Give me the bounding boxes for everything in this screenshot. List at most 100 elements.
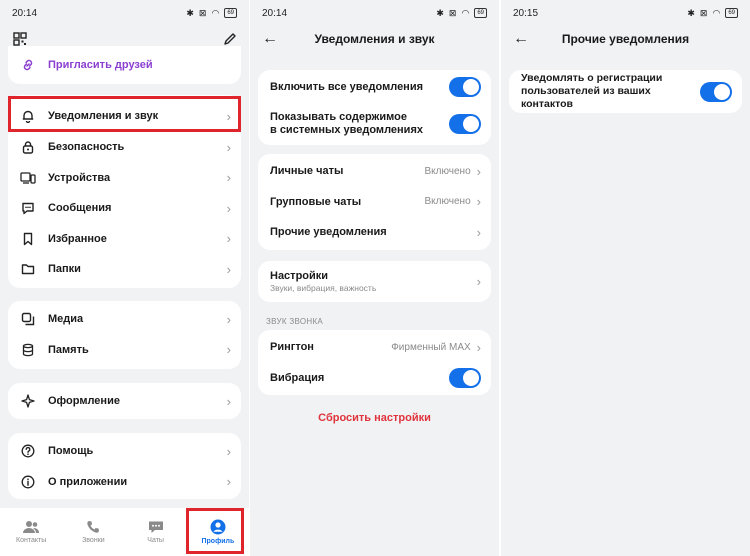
item-value: Фирменный MAX bbox=[391, 341, 471, 353]
wifi-icon: ◠ bbox=[211, 7, 220, 18]
status-time: 20:14 bbox=[12, 7, 38, 19]
menu-item-about[interactable]: О приложении › bbox=[8, 467, 241, 498]
other-notifications-item[interactable]: Прочие уведомления › bbox=[258, 217, 491, 248]
qr-code-icon[interactable] bbox=[13, 32, 27, 46]
menu-item-favorites[interactable]: Избранное › bbox=[8, 224, 241, 255]
toggle-label: Показывать содержимое в системных уведом… bbox=[270, 111, 449, 137]
chevron-right-icon: › bbox=[476, 274, 481, 289]
chevron-right-icon: › bbox=[226, 139, 231, 155]
reset-settings-button[interactable]: Сбросить настройки bbox=[250, 412, 499, 424]
devices-icon bbox=[20, 170, 36, 186]
chat-bubble-icon bbox=[20, 200, 36, 216]
tab-label: Чаты bbox=[147, 537, 164, 544]
toggle-label-line2: в системных уведомлениях bbox=[270, 124, 423, 136]
settings-sublabel: Звуки, вибрация, важность bbox=[270, 282, 377, 293]
item-label: Личные чаты bbox=[270, 165, 344, 178]
back-arrow-icon[interactable]: ← bbox=[513, 30, 529, 48]
chevron-right-icon: › bbox=[226, 393, 231, 409]
show-content-toggle[interactable] bbox=[449, 114, 481, 134]
highlight-profile-tab bbox=[186, 508, 244, 554]
settings-label: Настройки bbox=[270, 269, 329, 282]
menu-item-label: Избранное bbox=[48, 232, 107, 245]
menu-item-label: Медиа bbox=[48, 313, 84, 326]
menu-item-label: Устройства bbox=[48, 171, 111, 184]
edit-pencil-icon[interactable] bbox=[223, 32, 237, 46]
database-icon bbox=[20, 342, 36, 358]
chevron-right-icon: › bbox=[476, 194, 481, 210]
chevron-right-icon: › bbox=[226, 311, 231, 327]
battery-icon: 69 bbox=[474, 8, 487, 18]
tab-chats[interactable]: Чаты bbox=[125, 508, 187, 556]
menu-item-folders[interactable]: Папки › bbox=[8, 254, 241, 285]
chevron-right-icon: › bbox=[226, 200, 231, 216]
notification-toggles-card: Включить все уведомления Показывать соде… bbox=[258, 70, 491, 145]
media-icon bbox=[20, 311, 36, 327]
settings-group-help: Помощь › О приложении › bbox=[8, 433, 241, 499]
page-title: Прочие уведомления bbox=[561, 32, 690, 46]
menu-item-label: О приложении bbox=[48, 475, 128, 488]
status-bar: 20:14 ✱ ⊠ ◠ 69 bbox=[250, 0, 499, 26]
tab-contacts[interactable]: Контакты bbox=[0, 508, 62, 556]
signal-icon: ⊠ bbox=[448, 7, 457, 18]
chevron-right-icon: › bbox=[226, 443, 231, 459]
signal-icon: ⊠ bbox=[198, 7, 207, 18]
invite-friends-item[interactable]: Пригласить друзей bbox=[8, 48, 241, 82]
bookmark-icon bbox=[20, 231, 36, 247]
menu-item-help[interactable]: Помощь › bbox=[8, 436, 241, 467]
group-chats-item[interactable]: Групповые чаты Включено › bbox=[258, 187, 491, 218]
enable-all-toggle[interactable] bbox=[449, 77, 481, 97]
menu-item-media[interactable]: Медиа › bbox=[8, 304, 241, 335]
battery-icon: 69 bbox=[725, 8, 738, 18]
chevron-right-icon: › bbox=[476, 163, 481, 179]
vibration-toggle[interactable] bbox=[449, 367, 481, 388]
profile-screen: 20:14 ✱ ⊠ ◠ 69 Пригласить друзей Уведомл… bbox=[0, 0, 249, 556]
bluetooth-icon: ✱ bbox=[687, 7, 695, 18]
status-time: 20:15 bbox=[513, 7, 539, 19]
menu-item-label: Помощь bbox=[48, 445, 94, 458]
folder-icon bbox=[20, 261, 36, 277]
link-icon bbox=[20, 57, 36, 73]
toggle-label: Включить все уведомления bbox=[270, 81, 424, 93]
ring-sound-card: Рингтон Фирменный MAX › Вибрация bbox=[258, 330, 491, 395]
battery-icon: 69 bbox=[224, 8, 237, 18]
help-icon bbox=[20, 443, 36, 459]
show-content-row: Показывать содержимое в системных уведом… bbox=[258, 104, 491, 144]
item-label: Групповые чаты bbox=[270, 195, 362, 208]
chevron-right-icon: › bbox=[226, 342, 231, 358]
tab-calls[interactable]: Звонки bbox=[62, 508, 124, 556]
item-value: Включено bbox=[424, 165, 471, 177]
toggle-label-line1: Показывать содержимое bbox=[270, 111, 407, 123]
wifi-icon: ◠ bbox=[712, 7, 721, 18]
highlight-notifications bbox=[8, 96, 241, 132]
signal-icon: ⊠ bbox=[699, 7, 708, 18]
status-time: 20:14 bbox=[262, 7, 288, 19]
menu-item-devices[interactable]: Устройства › bbox=[8, 163, 241, 194]
private-chats-item[interactable]: Личные чаты Включено › bbox=[258, 156, 491, 187]
chevron-right-icon: › bbox=[226, 170, 231, 186]
contacts-icon bbox=[22, 520, 40, 534]
enable-all-notifications-row: Включить все уведомления bbox=[258, 70, 491, 104]
lock-icon bbox=[20, 139, 36, 155]
menu-item-label: Сообщения bbox=[48, 202, 112, 215]
back-arrow-icon[interactable]: ← bbox=[262, 30, 278, 48]
toggle-label: Уведомлять о регистрации пользователей и… bbox=[521, 72, 700, 111]
menu-item-memory[interactable]: Память › bbox=[8, 335, 241, 366]
chevron-right-icon: › bbox=[226, 474, 231, 490]
notifications-screen: 20:14 ✱ ⊠ ◠ 69 ← Уведомления и звук Вклю… bbox=[250, 0, 499, 556]
toggle-label-line1: Уведомлять о регистрации bbox=[521, 72, 663, 84]
menu-item-messages[interactable]: Сообщения › bbox=[8, 193, 241, 224]
menu-item-security[interactable]: Безопасность › bbox=[8, 132, 241, 163]
item-label: Рингтон bbox=[270, 341, 314, 354]
settings-group-appearance: Оформление › bbox=[8, 383, 241, 419]
ringtone-item[interactable]: Рингтон Фирменный MAX › bbox=[258, 332, 491, 363]
chevron-right-icon: › bbox=[226, 261, 231, 277]
vibration-row: Вибрация bbox=[258, 363, 491, 394]
invite-friends-label: Пригласить друзей bbox=[48, 59, 153, 71]
ring-sound-section-label: ЗВУК ЗВОНКА bbox=[266, 317, 324, 326]
menu-item-appearance[interactable]: Оформление › bbox=[8, 383, 241, 419]
settings-item[interactable]: Настройки Звуки, вибрация, важность › bbox=[258, 261, 491, 302]
status-bar: 20:14 ✱ ⊠ ◠ 69 bbox=[0, 0, 249, 26]
contact-registration-toggle[interactable] bbox=[700, 81, 732, 102]
menu-item-label: Безопасность bbox=[48, 141, 125, 154]
contact-registration-card: Уведомлять о регистрации пользователей и… bbox=[509, 70, 742, 113]
